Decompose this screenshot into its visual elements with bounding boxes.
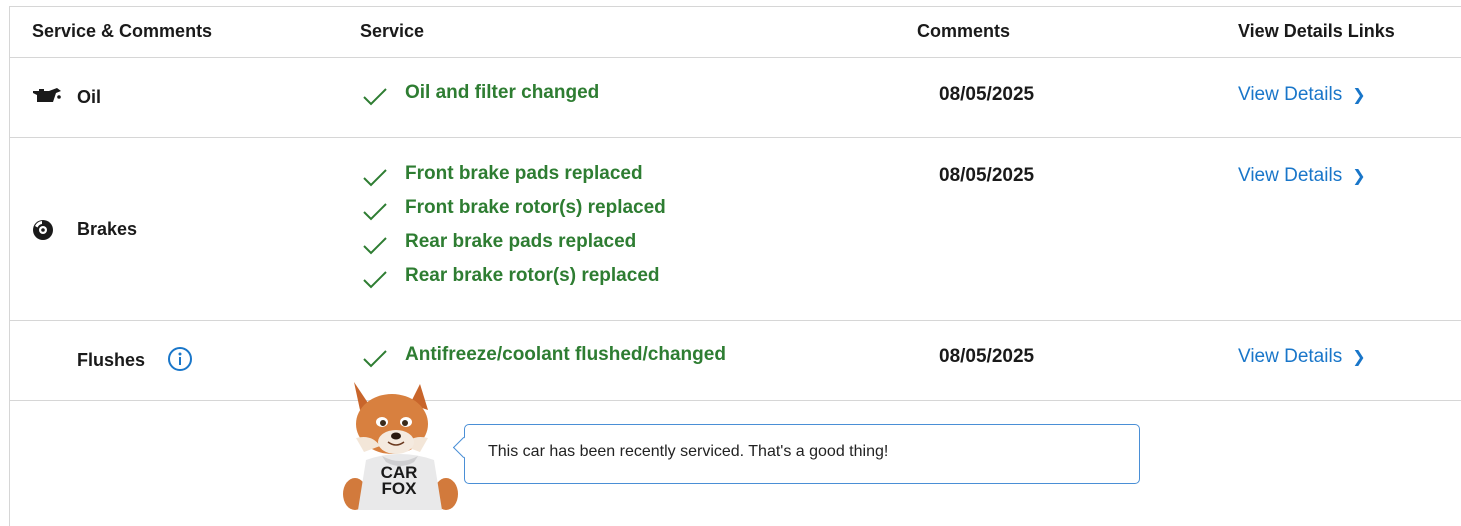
- check-icon: [363, 88, 387, 106]
- service-name-flushes: Flushes: [77, 350, 146, 370]
- header-view-details-links: View Details Links: [1238, 21, 1395, 41]
- service-date-brakes: 08/05/2025: [939, 165, 1035, 186]
- info-icon[interactable]: [167, 346, 193, 372]
- check-icon: [363, 169, 387, 187]
- chevron-right-icon: ❯: [1352, 168, 1366, 185]
- header-service-comments: Service & Comments: [32, 21, 213, 41]
- chevron-right-icon: ❯: [1352, 349, 1366, 366]
- row-divider: [10, 137, 1461, 138]
- carfox-mascot-image: CAR FOX: [343, 382, 458, 510]
- row-divider: [10, 320, 1461, 321]
- check-icon: [363, 237, 387, 255]
- header-service: Service: [360, 21, 425, 41]
- row-divider: [10, 400, 1461, 401]
- check-icon: [363, 271, 387, 289]
- service-date-oil: 08/05/2025: [939, 84, 1035, 105]
- check-icon: [363, 350, 387, 368]
- oil-can-icon: [33, 88, 61, 102]
- service-date-flushes: 08/05/2025: [939, 346, 1035, 367]
- service-name-oil: Oil: [77, 87, 102, 107]
- view-details-link-brakes[interactable]: View Details ❯: [1238, 165, 1366, 187]
- service-name-brakes: Brakes: [77, 219, 138, 239]
- brake-disc-icon: [33, 220, 53, 240]
- check-icon: [363, 203, 387, 221]
- mascot-shirt-line2: FOX: [382, 479, 418, 498]
- chevron-right-icon: ❯: [1352, 87, 1366, 104]
- view-details-link-oil[interactable]: View Details ❯: [1238, 84, 1366, 106]
- header-comments: Comments: [917, 21, 1011, 41]
- row-divider: [10, 57, 1461, 58]
- mascot-message: This car has been recently serviced. Tha…: [488, 443, 889, 460]
- view-details-link-flushes[interactable]: View Details ❯: [1238, 346, 1366, 368]
